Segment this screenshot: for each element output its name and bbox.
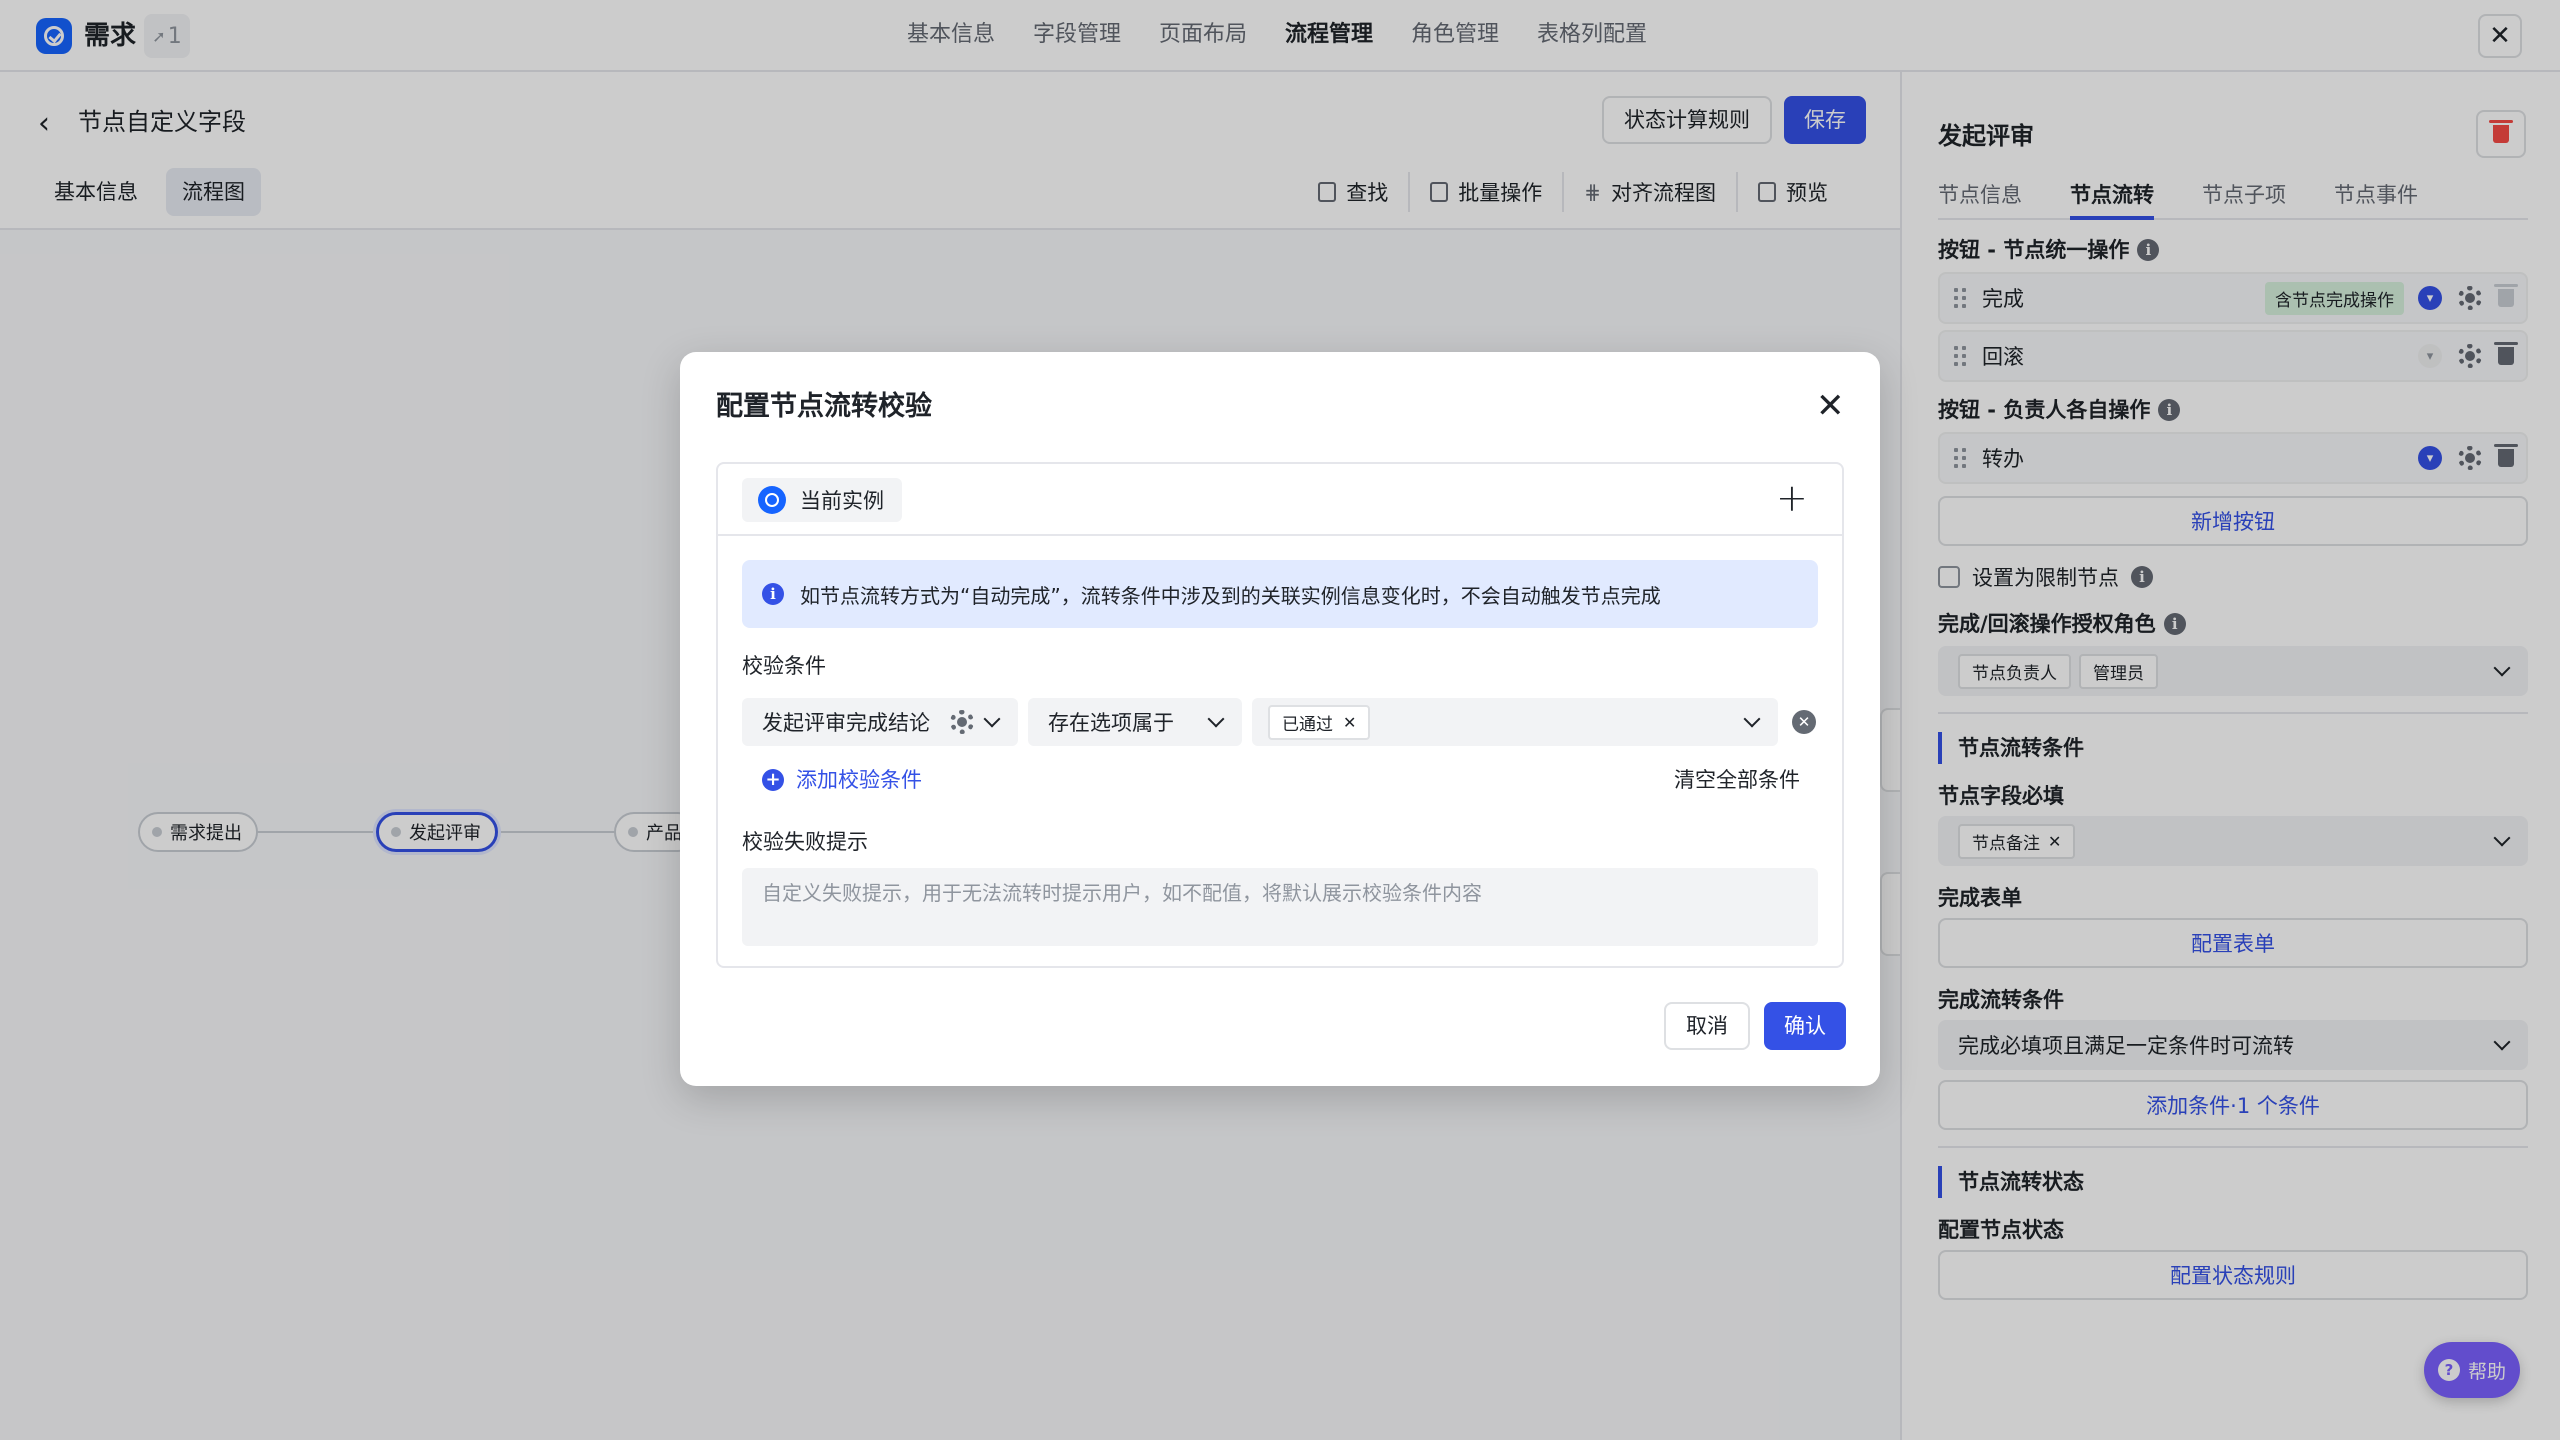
info-icon: i (762, 583, 784, 605)
chevron-down-icon (1743, 710, 1761, 728)
validation-card: 当前实例 + i 如节点流转方式为“自动完成”，流转条件中涉及到的关联实例信息变… (716, 462, 1844, 968)
add-instance-button[interactable]: + (1776, 476, 1808, 520)
dialog-title: 配置节点流转校验 (716, 391, 932, 422)
card-header: 当前实例 + (718, 464, 1842, 536)
condition-value-select[interactable]: 已通过 ✕ (1252, 698, 1778, 746)
chip-label: 已通过 (1282, 714, 1333, 735)
plus-icon: + (1776, 476, 1808, 520)
instance-label: 当前实例 (800, 489, 884, 513)
flow-validation-dialog: 配置节点流转校验 ✕ 当前实例 + i 如节点流转方式为“自动完成”，流转条件中… (680, 352, 1880, 1086)
gear-icon[interactable] (950, 710, 974, 734)
info-notice: i 如节点流转方式为“自动完成”，流转条件中涉及到的关联实例信息变化时，不会自动… (742, 560, 1818, 628)
add-condition-label: 添加校验条件 (796, 768, 922, 792)
fail-hint-input[interactable]: 自定义失败提示，用于无法流转时提示用户，如不配值，将默认展示校验条件内容 (742, 868, 1818, 946)
field-value: 发起评审完成结论 (762, 711, 930, 735)
condition-operator-select[interactable]: 存在选项属于 (1028, 698, 1242, 746)
confirm-button[interactable]: 确认 (1764, 1002, 1846, 1050)
condition-row: 发起评审完成结论 存在选项属于 已通过 ✕ ✕ (742, 698, 1818, 746)
chevron-down-icon (983, 710, 1001, 728)
notice-text: 如节点流转方式为“自动完成”，流转条件中涉及到的关联实例信息变化时，不会自动触发… (800, 583, 1661, 608)
cancel-button[interactable]: 取消 (1664, 1002, 1750, 1050)
close-dialog-button[interactable]: ✕ (1816, 388, 1845, 424)
close-icon[interactable]: ✕ (1343, 713, 1356, 732)
condition-field-select[interactable]: 发起评审完成结论 (742, 698, 1018, 746)
current-instance-chip[interactable]: 当前实例 (742, 478, 902, 522)
app-window: 需求 ➚ 1 基本信息 字段管理 页面布局 流程管理 角色管理 表格列配置 ✕ … (0, 0, 2560, 1440)
conditions-label: 校验条件 (742, 654, 826, 678)
close-icon: ✕ (1816, 386, 1845, 426)
plus-circle-icon: + (762, 769, 784, 791)
remove-condition-icon[interactable]: ✕ (1792, 710, 1816, 734)
operator-value: 存在选项属于 (1048, 711, 1174, 735)
chevron-down-icon (1207, 710, 1225, 728)
value-chip: 已通过 ✕ (1268, 704, 1371, 740)
fail-hint-label: 校验失败提示 (742, 830, 868, 854)
add-validation-condition-button[interactable]: + 添加校验条件 (762, 764, 922, 796)
clear-all-conditions-button[interactable]: 清空全部条件 (1674, 764, 1800, 796)
instance-icon (758, 486, 786, 514)
